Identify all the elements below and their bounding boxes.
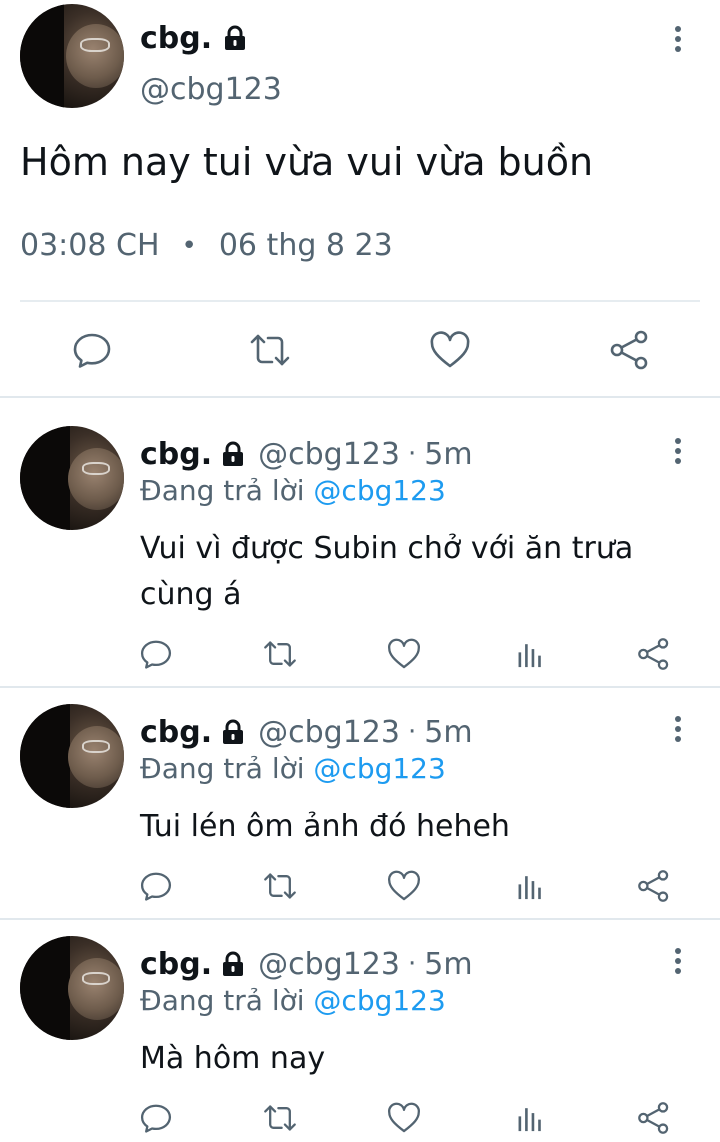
replying-prefix: Đang trả lời (140, 752, 305, 785)
tweet-thread-page: cbg. @cbg123 Hôm nay tui vừa vui vừa buồ… (0, 0, 720, 1142)
tweet-timestamp[interactable]: 03:08 CH • 06 thg 8 23 (20, 228, 393, 263)
avatar[interactable] (20, 936, 124, 1040)
tweet-time[interactable]: 5m (424, 947, 472, 982)
replying-to: Đang trả lời @cbg123 (140, 752, 446, 785)
reply-header: cbg. @cbg123 · 5m (140, 434, 473, 474)
tweet-time: 03:08 CH (20, 228, 160, 263)
reply-tweet[interactable]: cbg. @cbg123 · 5m Đang trả lời @cbg123 V… (0, 398, 720, 686)
tweet-time[interactable]: 5m (424, 715, 472, 750)
reply-header: cbg. @cbg123 · 5m (140, 712, 473, 752)
tweet-date: 06 thg 8 23 (218, 228, 393, 263)
reply-header: cbg. @cbg123 · 5m (140, 944, 473, 984)
comment-icon[interactable] (70, 328, 114, 372)
tweet-text: Mà hôm nay (140, 1041, 326, 1076)
user-handle[interactable]: @cbg123 (258, 715, 400, 750)
heart-icon[interactable] (428, 328, 472, 372)
lock-icon (220, 441, 246, 467)
lock-icon (220, 719, 246, 745)
tweet-time[interactable]: 5m (424, 437, 472, 472)
share-icon[interactable] (636, 868, 672, 904)
tweet-action-bar (0, 868, 720, 908)
retweet-icon[interactable] (262, 868, 298, 904)
tweet-text: Tui lén ôm ảnh đó heheh (140, 809, 510, 844)
tweet-action-bar (0, 320, 720, 380)
more-vertical-icon[interactable] (672, 24, 684, 54)
more-vertical-icon[interactable] (672, 436, 684, 466)
meta-separator: · (407, 949, 417, 979)
lock-icon (222, 25, 248, 51)
tweet-text: Vui vì được Subin chở với ăn trưa cùng á (140, 531, 634, 612)
heart-icon[interactable] (386, 1100, 422, 1136)
replying-to: Đang trả lời @cbg123 (140, 474, 446, 507)
more-vertical-icon[interactable] (672, 946, 684, 976)
share-icon[interactable] (636, 636, 672, 672)
heart-icon[interactable] (386, 636, 422, 672)
tweet-text: Hôm nay tui vừa vui vừa buồn (20, 140, 594, 184)
mention-link[interactable]: @cbg123 (313, 474, 445, 507)
display-name-row[interactable]: cbg. (140, 18, 248, 58)
display-name[interactable]: cbg. (140, 715, 212, 750)
display-name[interactable]: cbg. (140, 437, 212, 472)
display-name[interactable]: cbg. (140, 21, 212, 56)
lock-icon (220, 951, 246, 977)
mention-link[interactable]: @cbg123 (313, 752, 445, 785)
analytics-icon[interactable] (512, 1100, 548, 1136)
comment-icon[interactable] (138, 1100, 174, 1136)
avatar[interactable] (20, 704, 124, 808)
share-icon[interactable] (608, 328, 652, 372)
analytics-icon[interactable] (512, 868, 548, 904)
retweet-icon[interactable] (248, 328, 292, 372)
user-handle[interactable]: @cbg123 (258, 437, 400, 472)
analytics-icon[interactable] (512, 636, 548, 672)
replying-prefix: Đang trả lời (140, 474, 305, 507)
mention-link[interactable]: @cbg123 (313, 984, 445, 1017)
share-icon[interactable] (636, 1100, 672, 1136)
user-handle[interactable]: @cbg123 (258, 947, 400, 982)
retweet-icon[interactable] (262, 1100, 298, 1136)
retweet-icon[interactable] (262, 636, 298, 672)
more-vertical-icon[interactable] (672, 714, 684, 744)
avatar[interactable] (20, 4, 124, 108)
replying-prefix: Đang trả lời (140, 984, 305, 1017)
tweet-action-bar (0, 636, 720, 676)
replying-to: Đang trả lời @cbg123 (140, 984, 446, 1017)
comment-icon[interactable] (138, 868, 174, 904)
divider (20, 300, 700, 302)
reply-tweet[interactable]: cbg. @cbg123 · 5m Đang trả lời @cbg123 M… (0, 920, 720, 1142)
meta-separator: · (407, 717, 417, 747)
avatar[interactable] (20, 426, 124, 530)
tweet-action-bar (0, 1100, 720, 1140)
main-tweet: cbg. @cbg123 Hôm nay tui vừa vui vừa buồ… (0, 0, 720, 398)
meta-separator: · (407, 439, 417, 469)
meta-separator: • (181, 230, 197, 261)
heart-icon[interactable] (386, 868, 422, 904)
reply-tweet[interactable]: cbg. @cbg123 · 5m Đang trả lời @cbg123 T… (0, 688, 720, 918)
display-name[interactable]: cbg. (140, 947, 212, 982)
comment-icon[interactable] (138, 636, 174, 672)
user-handle[interactable]: @cbg123 (140, 72, 282, 107)
